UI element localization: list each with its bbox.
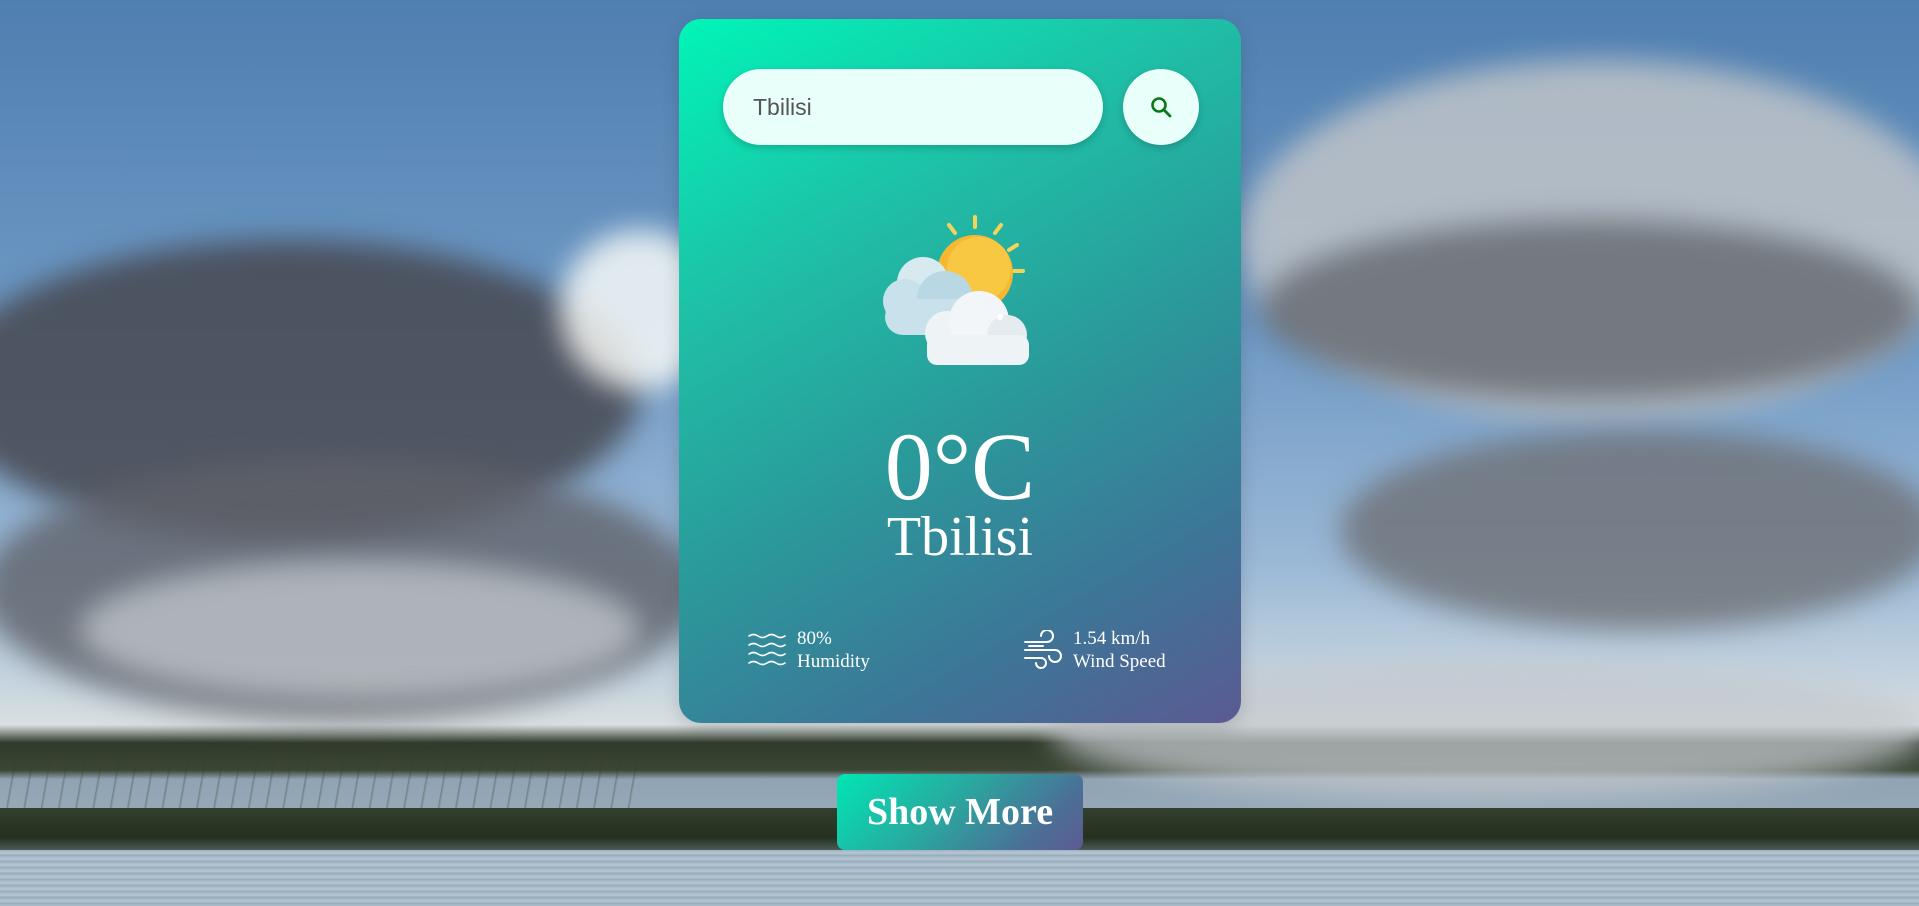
- temperature: 0°C: [884, 413, 1036, 520]
- show-more-button[interactable]: Show More: [837, 774, 1083, 850]
- cloud: [1260, 220, 1919, 400]
- search-icon: [1151, 97, 1172, 118]
- partly-cloudy-sun-icon: [883, 215, 1029, 365]
- wind-icon: [1024, 630, 1062, 669]
- search-button[interactable]: [1123, 69, 1199, 145]
- search-bar: [723, 69, 1199, 145]
- search-input[interactable]: [723, 69, 1103, 145]
- wind-label: Wind Speed: [1073, 651, 1166, 672]
- humidity-label: Humidity: [797, 651, 870, 672]
- humidity-value: 80%: [797, 628, 832, 649]
- wind-detail: 1.54 km/h Wind Speed: [1023, 627, 1166, 673]
- humidity-waves-icon: [748, 633, 786, 666]
- cloud: [1340, 430, 1919, 630]
- city-name: Tbilisi: [886, 506, 1034, 568]
- humidity-detail: 80% Humidity: [747, 627, 870, 673]
- cloud: [80, 560, 640, 700]
- lake-water: [0, 850, 1919, 906]
- wind-value: 1.54 km/h: [1073, 628, 1151, 649]
- weather-card: 0°C Tbilisi 80% Humidity 1.54 km/h: [679, 19, 1241, 723]
